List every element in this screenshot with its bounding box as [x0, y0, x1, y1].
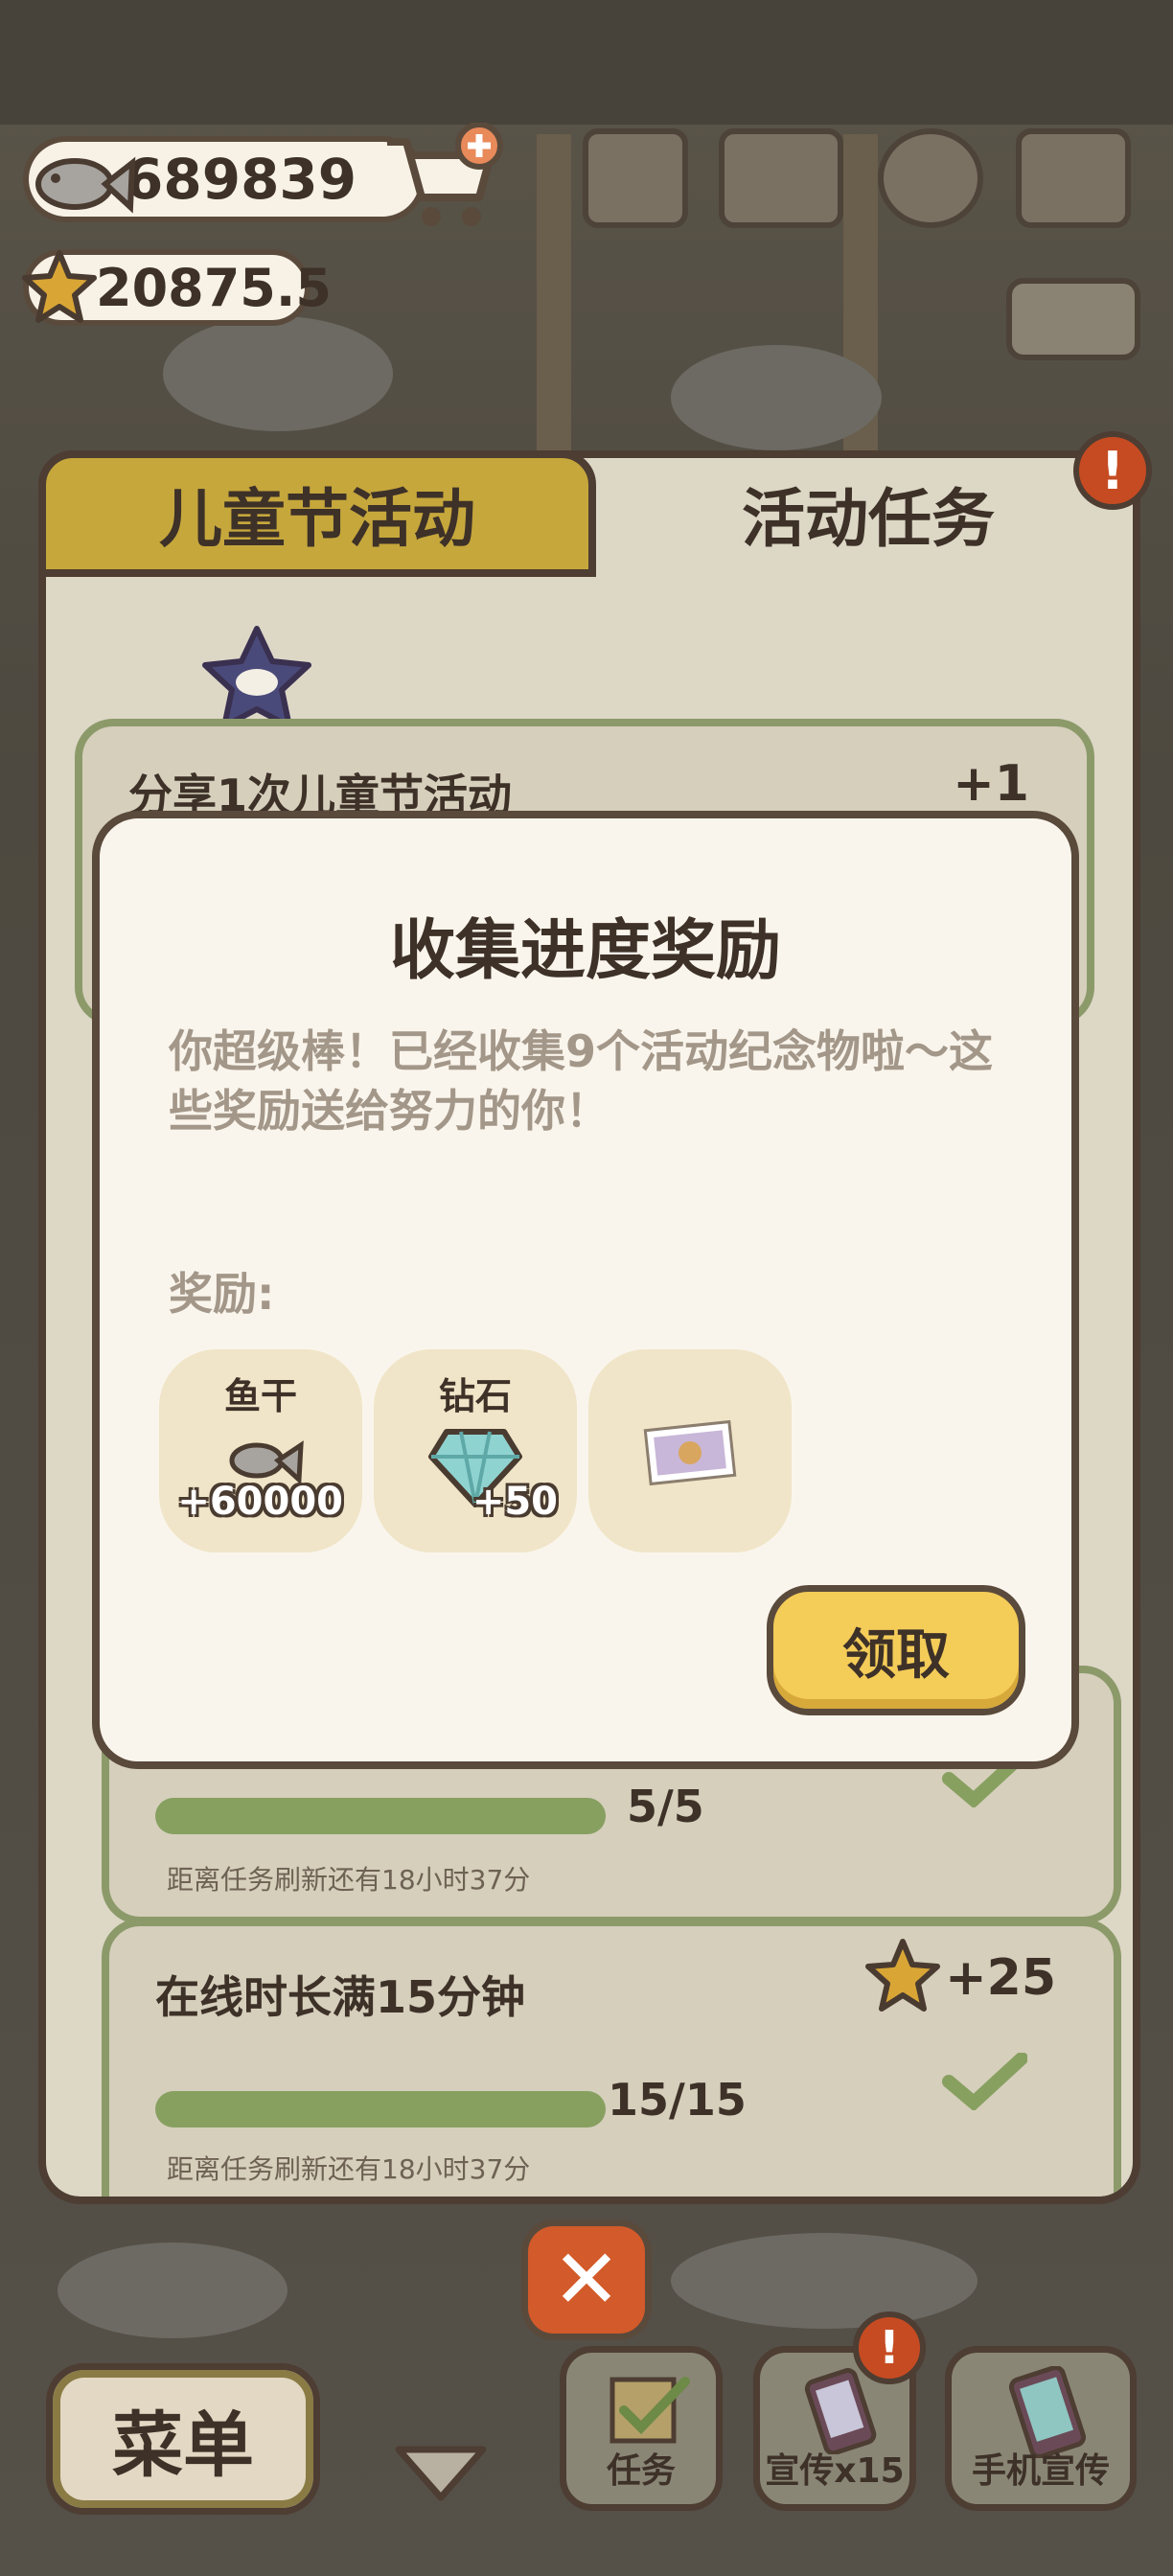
progress-bar: [155, 2091, 606, 2128]
star-icon: [865, 1939, 940, 2012]
reward-photo: [588, 1349, 792, 1552]
star-icon: [22, 250, 97, 323]
window-decor: [671, 345, 882, 450]
fish-currency: 689839: [23, 136, 426, 222]
claim-button[interactable]: 领取: [767, 1585, 1025, 1715]
task-title: 在线时长满15分钟: [155, 1971, 526, 2023]
cushion-decor: [163, 316, 393, 431]
star-currency: 20875.5: [22, 249, 332, 326]
promo-button-label: 宣传x15: [765, 2451, 905, 2491]
top-shade: [0, 0, 1173, 125]
shop-cart-button[interactable]: [380, 123, 504, 234]
gear-icon[interactable]: [878, 128, 983, 228]
map-icon[interactable]: [1016, 128, 1131, 228]
check-icon: [942, 2053, 1027, 2110]
photo-icon: [643, 1419, 737, 1486]
reward-diamond: 钻石 +50: [374, 1349, 577, 1552]
fish-icon: [35, 156, 136, 214]
task-button[interactable]: 任务: [560, 2346, 723, 2511]
progress-bar: [155, 1798, 606, 1834]
collection-reward-dialog: 收集进度奖励 你超级棒！已经收集9个活动纪念物啦～这些奖励送给努力的你！ 奖励:…: [92, 811, 1079, 1769]
fish-amount: 689839: [125, 147, 357, 212]
star-amount: 20875.5: [96, 257, 332, 318]
tab-childrens-day[interactable]: 儿童节活动: [38, 450, 596, 577]
paw-book-icon[interactable]: [719, 128, 843, 228]
task-card-online: 在线时长满15分钟 +25 15/15 距离任务刷新还有18小时37分: [102, 1919, 1121, 2196]
layout-toggle-button[interactable]: [1006, 278, 1140, 360]
alert-badge: !: [1073, 431, 1152, 510]
cloud-decor: [58, 2242, 288, 2338]
task-reward: +25: [945, 1949, 1056, 2007]
dialog-message: 你超级棒！已经收集9个活动纪念物啦～这些奖励送给努力的你！: [169, 1025, 994, 1137]
phone-icon: [804, 2368, 877, 2454]
chevron-down-icon[interactable]: [393, 2440, 489, 2507]
reward-label: 奖励:: [169, 1268, 275, 1320]
task-progress: 15/15: [608, 2074, 747, 2126]
wood-beam: [537, 134, 571, 450]
alert-badge: !: [853, 2312, 926, 2384]
reward-fish: 鱼干 +60000: [159, 1349, 362, 1552]
news-icon[interactable]: [583, 128, 688, 228]
task-button-label: 任务: [606, 2451, 676, 2491]
menu-button[interactable]: 菜单: [46, 2363, 320, 2515]
refresh-timer: 距离任务刷新还有18小时37分: [167, 2153, 531, 2185]
phone-promo-button[interactable]: 手机宣传: [945, 2346, 1137, 2511]
close-button[interactable]: ✕: [521, 2220, 652, 2340]
reward-amount: +50: [472, 1480, 558, 1524]
checklist-icon: [610, 2377, 690, 2444]
tab-activity-tasks[interactable]: 活动任务: [596, 450, 1140, 577]
task-reward: +1: [953, 755, 1029, 813]
dialog-title: 收集进度奖励: [389, 913, 781, 989]
refresh-timer: 距离任务刷新还有18小时37分: [167, 1864, 531, 1896]
task-progress: 5/5: [627, 1781, 704, 1832]
reward-name: 鱼干: [223, 1375, 297, 1417]
sofa-decor: [671, 2233, 978, 2329]
reward-name: 钻石: [438, 1375, 512, 1417]
reward-amount: +60000: [177, 1480, 343, 1524]
phone-promo-label: 手机宣传: [971, 2451, 1110, 2491]
